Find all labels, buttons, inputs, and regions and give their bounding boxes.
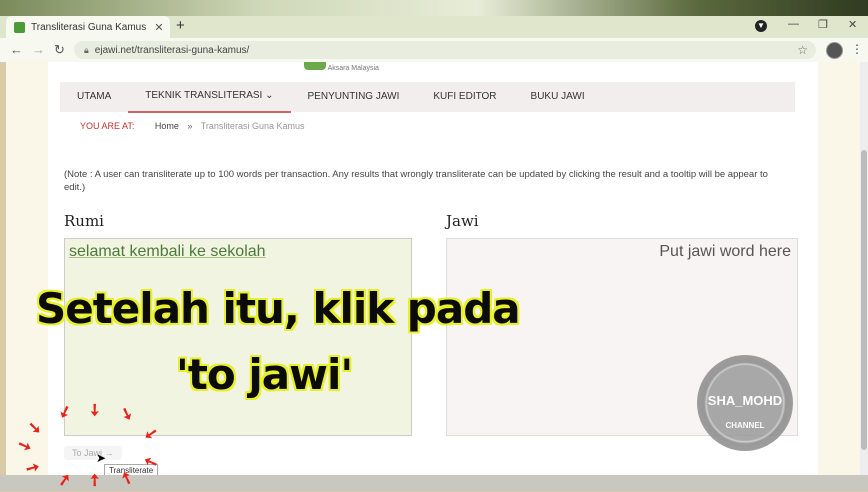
breadcrumb-prefix: YOU ARE AT: [80,121,135,131]
rumi-label: Rumi [64,212,104,230]
breadcrumb-current: Transliterasi Guna Kamus [200,121,305,131]
download-icon[interactable]: ▼ [755,20,767,32]
nav-item-kufi-editor[interactable]: KUFI EDITOR [416,82,513,112]
logo-subtext: Aksara Malaysia [327,65,379,72]
to-jawi-button[interactable]: To Jawi → [64,446,122,460]
forward-icon[interactable]: → [32,42,45,57]
nav-item-utama[interactable]: UTAMA [60,82,128,112]
rumi-input-text: selamat kembali ke sekolah [69,243,266,260]
browser-menu-icon[interactable]: ⋮ [851,42,863,56]
breadcrumb-separator: » [187,121,193,131]
bookmark-star-icon[interactable]: ☆ [797,43,808,57]
back-icon[interactable]: ← [10,42,23,57]
maximize-icon[interactable]: ❐ [818,18,828,31]
profile-avatar[interactable] [826,42,843,59]
rumi-textarea[interactable]: selamat kembali ke sekolah [64,238,412,436]
minimize-icon[interactable]: — [788,18,799,30]
close-tab-icon[interactable]: ✕ [152,21,166,34]
usage-note: (Note : A user can transliterate up to 1… [64,169,768,193]
lock-icon: 🔒︎ [84,44,89,55]
browser-tab[interactable]: Transliterasi Guna Kamus ✕ [6,16,170,38]
logo-mark-icon [304,62,326,70]
chevron-down-icon: ⌄ [265,90,274,101]
reload-icon[interactable]: ↻ [54,42,65,58]
main-nav: UTAMA TEKNIK TRANSLITERASI ⌄ PENYUNTING … [60,81,795,113]
breadcrumb: YOU ARE AT: Home » Transliterasi Guna Ka… [80,121,304,131]
nav-item-penyunting-jawi[interactable]: PENYUNTING JAWI [291,82,417,112]
watermark-name: SHA_MOHD [707,393,783,408]
new-tab-icon[interactable]: + [176,17,185,34]
caption-line-2: 'to jawi' [176,350,353,399]
caption-line-1: Setelah itu, klik pada [36,284,521,333]
watermark-channel: CHANNEL [725,421,765,430]
channel-watermark: SHA_MOHD CHANNEL [697,355,793,451]
jawi-placeholder: Put jawi word here [659,243,791,260]
nav-item-teknik-transliterasi[interactable]: TEKNIK TRANSLITERASI ⌄ [128,81,291,113]
nav-item-buku-jawi[interactable]: BUKU JAWI [514,82,602,112]
nav-item-label: TEKNIK TRANSLITERASI [145,90,263,101]
breadcrumb-home-link[interactable]: Home [155,121,179,131]
tab-title: Transliterasi Guna Kamus [31,21,147,33]
page-scrollbar[interactable] [860,62,868,475]
site-logo[interactable]: Aksara Malaysia [304,62,404,78]
mouse-cursor-icon: ➤ [96,451,107,465]
scrollbar-thumb[interactable] [861,150,867,450]
close-window-icon[interactable]: ✕ [848,18,857,31]
address-bar[interactable]: 🔒︎ ejawi.net/transliterasi-guna-kamus/ ☆ [74,41,816,59]
jawi-label: Jawi [446,212,479,230]
url-text: ejawi.net/transliterasi-guna-kamus/ [94,44,250,56]
favicon-icon [14,21,25,33]
red-arrow-icon: ➘ [28,420,42,437]
